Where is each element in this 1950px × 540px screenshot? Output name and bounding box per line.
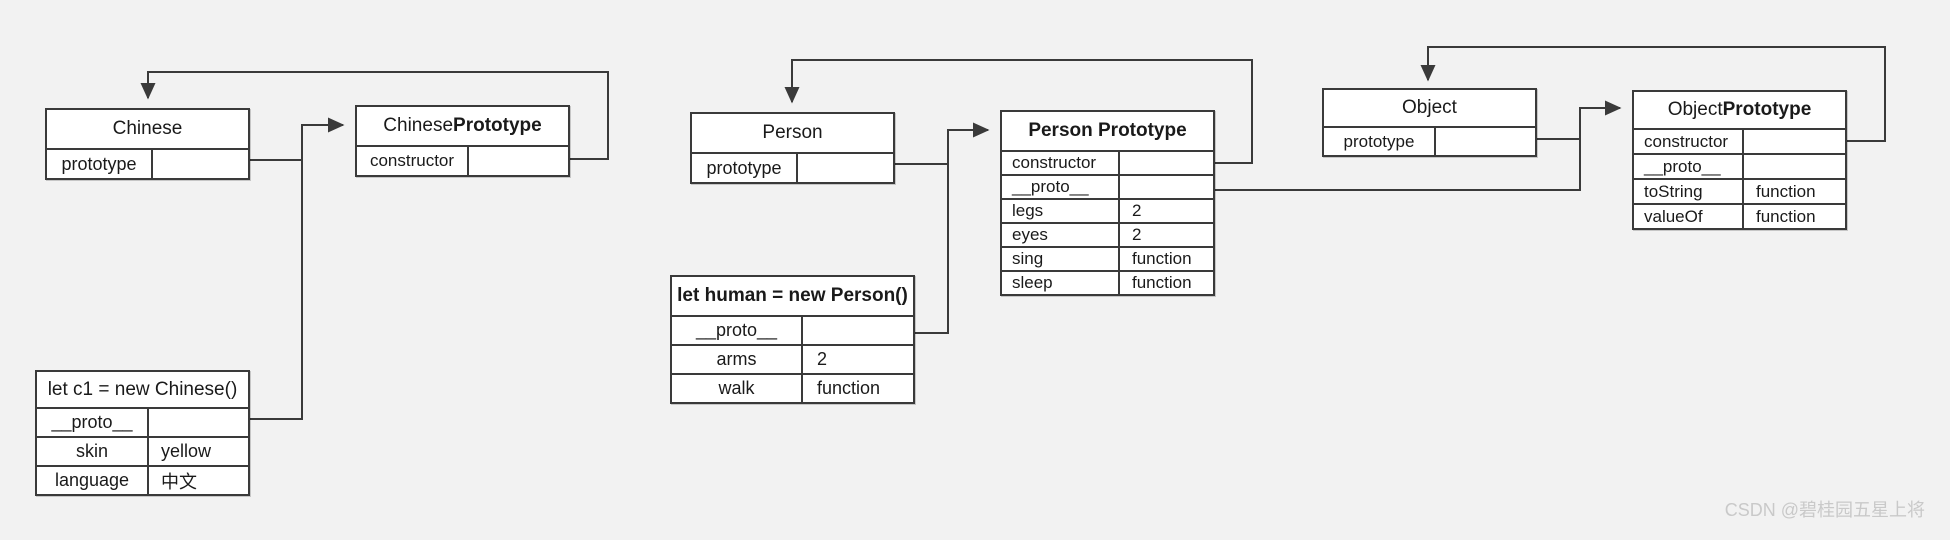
table-row: __proto__ xyxy=(1002,174,1213,198)
cell-key: toString xyxy=(1634,180,1744,203)
cell-value xyxy=(1120,152,1213,174)
node-c1-title: let c1 = new Chinese() xyxy=(47,378,238,400)
cell-value: function xyxy=(1132,249,1192,268)
watermark: CSDN @碧桂园五星上将 xyxy=(1724,500,1925,520)
edge-c1-proto xyxy=(250,125,303,420)
title-bold: Prototype xyxy=(453,115,542,136)
cell-value: function xyxy=(817,378,881,398)
cell-value xyxy=(1120,176,1213,198)
cell-key: __proto__ xyxy=(1002,176,1120,198)
cell-value: function xyxy=(1756,206,1816,226)
table-row: prototype xyxy=(1324,126,1535,155)
cell-key: language xyxy=(37,467,149,494)
node-chinese-prototype-title: Chinese Prototype xyxy=(357,107,568,145)
title-prefix: Object xyxy=(1667,99,1723,120)
node-person[interactable]: Person prototype xyxy=(690,112,895,184)
table-row: skin yellow xyxy=(37,436,248,465)
edge-object-prototype xyxy=(1537,100,1622,140)
cell-value xyxy=(1436,128,1535,155)
node-person-title: Person xyxy=(762,122,823,143)
table-row: walk function xyxy=(672,373,913,402)
table-row: valueOf function xyxy=(1634,203,1845,228)
table-row: constructor xyxy=(1634,128,1845,153)
node-person-prototype-title: Person Prototype xyxy=(1028,120,1187,141)
cell-key: sing xyxy=(1002,248,1120,270)
edge-chinese-prototype xyxy=(250,117,345,161)
cell-key: legs xyxy=(1002,200,1120,222)
cell-key: sleep xyxy=(1002,272,1120,294)
cell-key: prototype xyxy=(1324,128,1436,155)
node-human-instance[interactable]: let human = new Person() __proto__ arms … xyxy=(670,275,915,404)
table-row: eyes 2 xyxy=(1002,222,1213,246)
cell-key: __proto__ xyxy=(37,409,149,436)
table-row: legs 2 xyxy=(1002,198,1213,222)
cell-key: eyes xyxy=(1002,224,1120,246)
cell-key: walk xyxy=(672,375,803,402)
title-prefix: Chinese xyxy=(383,115,454,136)
table-row: constructor xyxy=(1002,150,1213,174)
diagram-canvas: Chinese prototype Chinese Prototype cons… xyxy=(0,0,1950,540)
cell-value: 中文 xyxy=(161,471,197,492)
node-chinese-prototype[interactable]: Chinese Prototype constructor xyxy=(355,105,570,177)
cell-key: prototype xyxy=(47,150,153,178)
table-row: constructor xyxy=(357,145,568,175)
cell-value: 2 xyxy=(1132,201,1142,220)
cell-key: __proto__ xyxy=(672,317,803,344)
cell-value xyxy=(1744,130,1845,153)
node-human-title: let human = new Person() xyxy=(677,285,908,306)
cell-key: constructor xyxy=(1002,152,1120,174)
table-row: __proto__ xyxy=(1634,153,1845,178)
table-row: sleep function xyxy=(1002,270,1213,294)
cell-key: valueOf xyxy=(1634,205,1744,228)
node-chinese-title: Chinese xyxy=(112,118,183,139)
table-row: prototype xyxy=(692,152,893,182)
cell-key: constructor xyxy=(1634,130,1744,153)
cell-key: __proto__ xyxy=(1634,155,1744,178)
table-row: __proto__ xyxy=(672,315,913,344)
edge-person-prototype xyxy=(895,122,990,165)
cell-value: function xyxy=(1132,273,1192,292)
cell-value xyxy=(798,154,893,182)
table-row: prototype xyxy=(47,148,248,178)
cell-value xyxy=(803,317,913,344)
cell-value: 2 xyxy=(817,349,828,369)
cell-value xyxy=(469,147,568,175)
table-row: sing function xyxy=(1002,246,1213,270)
table-row: arms 2 xyxy=(672,344,913,373)
node-object-prototype[interactable]: Object Prototype constructor __proto__ t… xyxy=(1632,90,1847,230)
cell-value xyxy=(153,150,248,178)
node-object-title: Object xyxy=(1402,97,1457,118)
node-c1-instance[interactable]: let c1 = new Chinese() __proto__ skin ye… xyxy=(35,370,250,496)
table-row: __proto__ xyxy=(37,407,248,436)
cell-key: prototype xyxy=(692,154,798,182)
cell-key: skin xyxy=(37,438,149,465)
cell-value: yellow xyxy=(161,441,212,461)
table-row: language 中文 xyxy=(37,465,248,494)
cell-value: 2 xyxy=(1132,225,1142,244)
node-chinese[interactable]: Chinese prototype xyxy=(45,108,250,180)
node-object-prototype-title: Object Prototype xyxy=(1634,92,1845,128)
cell-value xyxy=(1744,155,1845,178)
node-person-prototype[interactable]: Person Prototype constructor __proto__ l… xyxy=(1000,110,1215,296)
cell-key: arms xyxy=(672,346,803,373)
cell-key: constructor xyxy=(357,147,469,175)
edge-human-proto xyxy=(915,130,949,334)
cell-value: function xyxy=(1756,181,1816,201)
title-bold: Prototype xyxy=(1722,99,1812,120)
edge-layer xyxy=(140,46,1886,420)
node-object[interactable]: Object prototype xyxy=(1322,88,1537,157)
cell-value xyxy=(149,409,248,436)
table-row: toString function xyxy=(1634,178,1845,203)
